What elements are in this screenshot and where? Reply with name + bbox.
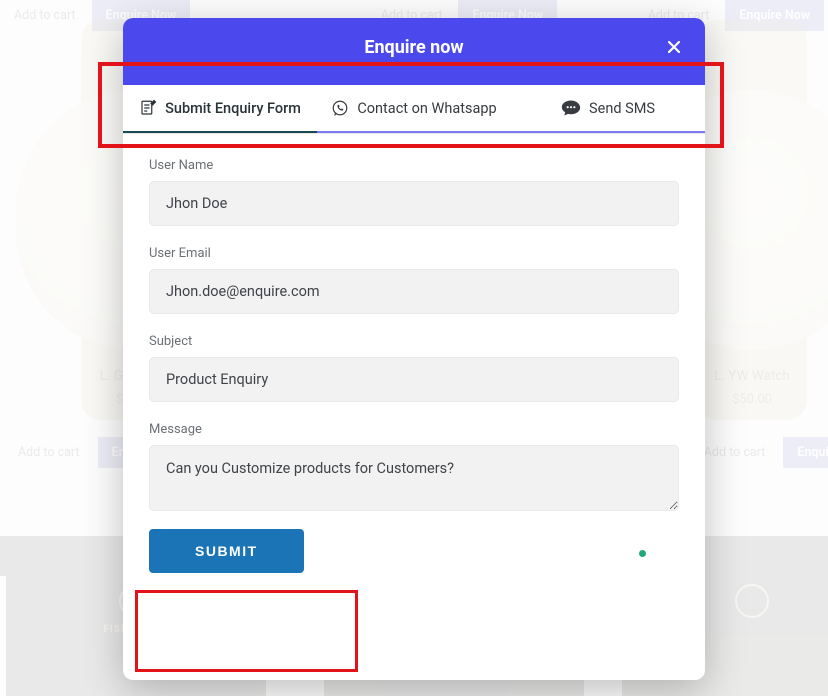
close-button[interactable]	[661, 34, 687, 60]
tab-submit-enquiry[interactable]: Submit Enquiry Form	[123, 85, 317, 133]
modal-header: Enquire now	[123, 18, 705, 76]
sms-icon	[561, 99, 581, 117]
message-textarea[interactable]	[149, 445, 679, 511]
tabs: Submit Enquiry Form Contact on Whatsapp	[123, 85, 705, 134]
tab-send-sms[interactable]: Send SMS	[511, 85, 705, 133]
whatsapp-icon	[331, 99, 349, 117]
email-input[interactable]	[149, 269, 679, 314]
submit-button[interactable]: SUBMIT	[149, 529, 304, 573]
form-icon	[139, 99, 157, 117]
modal-title: Enquire now	[364, 37, 463, 58]
tab-label: Send SMS	[589, 100, 655, 117]
message-label: Message	[149, 422, 679, 437]
username-input[interactable]	[149, 181, 679, 226]
enquiry-form: User Name User Email Subject Message SUB…	[123, 134, 705, 680]
status-indicator-dot	[639, 550, 646, 557]
subject-label: Subject	[149, 334, 679, 349]
tab-contact-whatsapp[interactable]: Contact on Whatsapp	[317, 85, 511, 133]
subject-input[interactable]	[149, 357, 679, 402]
tab-label: Contact on Whatsapp	[357, 100, 496, 117]
email-label: User Email	[149, 246, 679, 261]
close-icon	[667, 40, 681, 54]
accent-strip	[123, 76, 705, 85]
username-label: User Name	[149, 158, 679, 173]
enquire-modal: Enquire now Submit Enquiry Form	[123, 18, 705, 680]
tab-label: Submit Enquiry Form	[165, 100, 301, 117]
